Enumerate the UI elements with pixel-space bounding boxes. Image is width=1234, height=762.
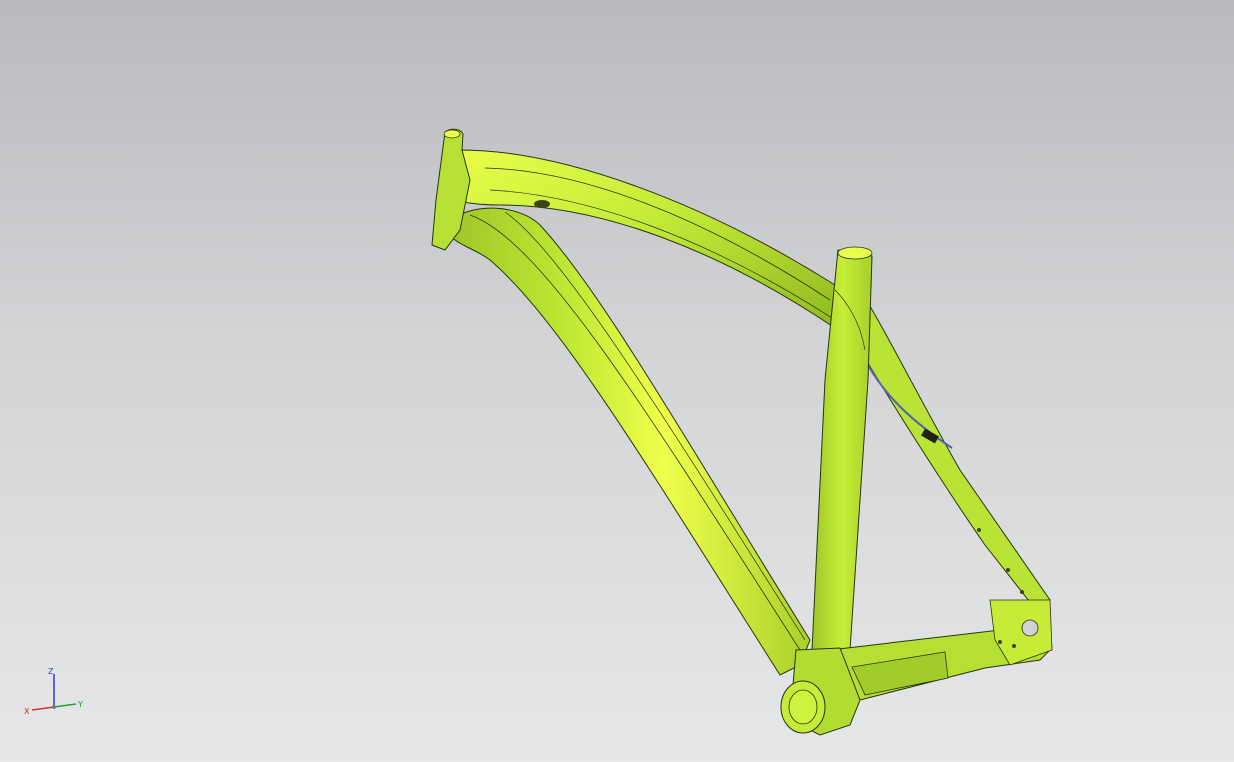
axis-triad: Z Y X xyxy=(24,667,83,716)
3d-viewport[interactable]: Z Y X xyxy=(0,0,1234,762)
x-axis-label: X xyxy=(24,707,30,716)
y-axis-label: Y xyxy=(77,700,83,709)
seat-stay[interactable] xyxy=(859,288,1051,616)
y-axis xyxy=(53,703,77,708)
bicycle-frame-model[interactable] xyxy=(0,0,1234,762)
x-axis xyxy=(31,706,55,711)
z-axis-label: Z xyxy=(48,667,54,676)
